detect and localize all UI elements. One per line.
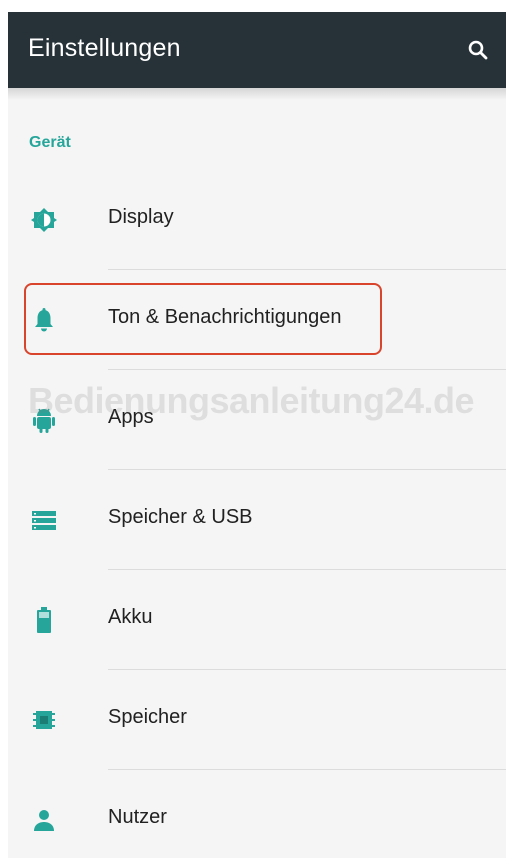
settings-screen: Einstellungen Gerät Display Ton & Benach… xyxy=(8,12,506,858)
toolbar-shadow xyxy=(8,88,506,100)
highlight-frame xyxy=(24,283,382,355)
settings-item-memory[interactable]: Speicher xyxy=(8,670,506,770)
search-icon xyxy=(468,40,488,60)
settings-item-label: Nutzer xyxy=(108,806,167,828)
settings-item-storage-usb[interactable]: Speicher & USB xyxy=(8,470,506,570)
settings-item-label: Display xyxy=(108,206,174,228)
settings-item-display[interactable]: Display xyxy=(8,170,506,270)
settings-item-label: Speicher & USB xyxy=(108,506,253,528)
memory-icon xyxy=(30,706,58,734)
brightness-icon xyxy=(30,206,58,234)
battery-icon xyxy=(30,606,58,634)
settings-item-label: Speicher xyxy=(108,706,187,728)
settings-item-label: Akku xyxy=(108,606,153,628)
storage-icon xyxy=(30,506,58,534)
settings-item-users[interactable]: Nutzer xyxy=(8,770,506,858)
settings-item-battery[interactable]: Akku xyxy=(8,570,506,670)
person-icon xyxy=(30,806,58,834)
section-header: Gerät xyxy=(29,134,71,151)
app-toolbar: Einstellungen xyxy=(8,12,506,88)
watermark: Bedienungsanleitung24.de xyxy=(28,380,475,421)
page-title: Einstellungen xyxy=(28,34,181,62)
search-button[interactable] xyxy=(460,32,496,68)
